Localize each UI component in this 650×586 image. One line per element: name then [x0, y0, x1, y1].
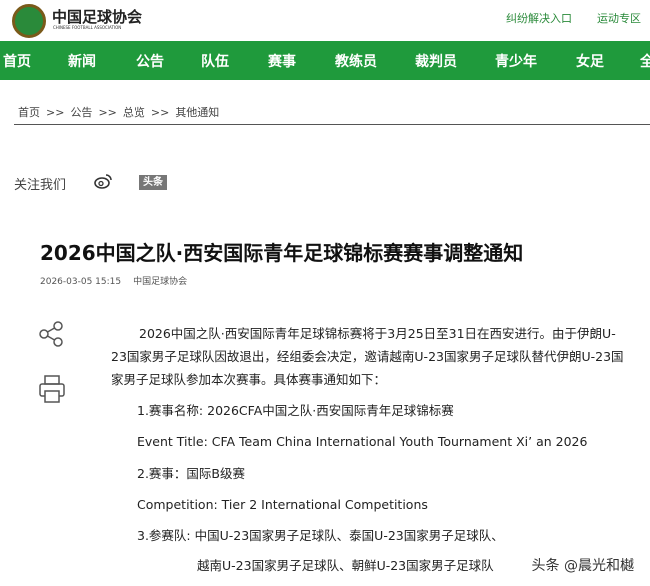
crumb-sep: >>: [150, 106, 170, 119]
crumb-other[interactable]: 其他通知: [175, 106, 219, 119]
item-event-name: 1.赛事名称: 2026CFA中国之队·西安国际青年足球锦标赛: [137, 403, 454, 418]
logo-subtext: CHINESE FOOTBALL ASSOCIATION: [53, 25, 122, 30]
nav-women[interactable]: 女足: [576, 51, 604, 71]
crumb-home[interactable]: 首页: [18, 106, 40, 119]
crumb-sep: >>: [98, 106, 117, 119]
article-body: 2026中国之队·西安国际青年足球锦标赛将于3月25日至31日在西安进行。由于伊…: [111, 322, 631, 573]
article-title: 2026中国之队·西安国际青年足球锦标赛赛事调整通知: [40, 241, 524, 265]
article-source: 中国足球协会: [133, 277, 188, 287]
dispute-link[interactable]: 纠纷解决入口: [506, 10, 572, 26]
nav-more[interactable]: 全: [640, 51, 650, 71]
crumb-sep: >>: [46, 106, 65, 119]
nav-referees[interactable]: 裁判员: [415, 51, 457, 71]
nav-youth[interactable]: 青少年: [495, 51, 537, 71]
cfa-logo[interactable]: [12, 4, 46, 38]
nav-teams[interactable]: 队伍: [201, 51, 229, 71]
nav-home[interactable]: 首页: [3, 51, 31, 71]
nav-events[interactable]: 赛事: [268, 51, 296, 71]
follow-label: 关注我们: [14, 178, 67, 193]
crumb-notices[interactable]: 公告: [70, 106, 92, 119]
item-teams: 3.参赛队: 中国U-23国家男子足球队、泰国U-23国家男子足球队、: [137, 528, 504, 543]
article-intro: 2026中国之队·西安国际青年足球锦标赛将于3月25日至31日在西安进行。由于伊…: [111, 326, 624, 387]
sports-zone-link[interactable]: 运动专区: [597, 10, 641, 26]
item-event-title-en: Event Title: CFA Team China Internationa…: [137, 434, 588, 449]
item-competition-en: Competition: Tier 2 International Compet…: [137, 497, 428, 512]
article-meta: 2026-03-05 15:15 中国足球协会: [40, 274, 199, 287]
nav-news[interactable]: 新闻: [68, 51, 96, 71]
nav-notices[interactable]: 公告: [136, 51, 164, 71]
nav-coaches[interactable]: 教练员: [335, 51, 377, 71]
logo-text: 中国足球协会: [52, 8, 143, 26]
print-icon[interactable]: [38, 374, 66, 408]
item-competition: 2.赛事：国际B级赛: [137, 466, 246, 481]
divider: [14, 124, 650, 125]
crumb-overview[interactable]: 总览: [123, 106, 145, 119]
main-nav: 首页 新闻 公告 队伍 赛事 教练员 裁判员 青少年 女足 全: [0, 41, 650, 80]
watermark: 头条 @晨光和樾: [531, 558, 634, 574]
share-icon[interactable]: [38, 320, 66, 352]
weibo-icon[interactable]: [93, 173, 113, 193]
toutiao-icon[interactable]: 头条: [139, 175, 167, 190]
article-date: 2026-03-05 15:15: [40, 277, 122, 287]
breadcrumb: 首页 >> 公告 >> 总览 >> 其他通知: [18, 104, 225, 120]
item-teams-cont: 越南U-23国家男子足球队、朝鲜U-23国家男子足球队: [197, 558, 494, 573]
